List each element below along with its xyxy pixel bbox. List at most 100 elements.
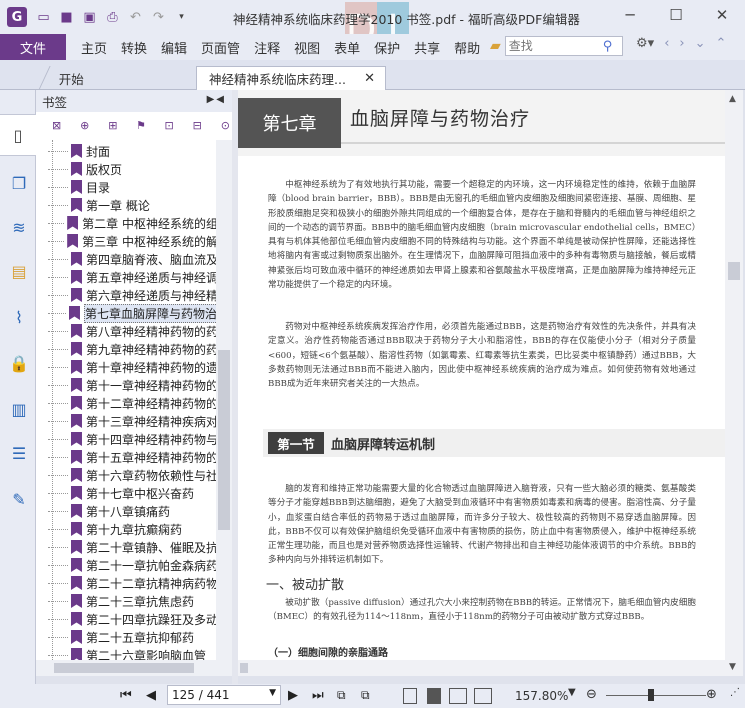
file-menu-button[interactable]: 文件 (0, 34, 66, 60)
menu-form[interactable]: 表单 (327, 38, 367, 57)
menu-convert[interactable]: 转换 (114, 38, 154, 57)
menu-share[interactable]: 共享 (407, 38, 447, 57)
bookmark-item[interactable]: 第六章神经递质与神经精 (48, 286, 216, 304)
folder-search-icon[interactable]: ▰ (490, 38, 501, 54)
bookmark-item[interactable]: 第十一章神经精神药物的 (48, 376, 216, 394)
gear-icon[interactable]: ⚙▾ (636, 36, 654, 51)
bookmark-item[interactable]: 第二十章镇静、催眠及抗 (48, 538, 216, 556)
tab-document[interactable]: 神经精神系统临床药理... ✕ (196, 66, 386, 90)
bookmark-item[interactable]: 第十八章镇痛药 (48, 502, 216, 520)
page-number-input[interactable]: 125 / 441 ▼ (167, 685, 281, 705)
bookmark-vertical-scrollbar[interactable] (216, 140, 232, 660)
page-dropdown-icon[interactable]: ▼ (269, 688, 276, 698)
content-icon[interactable]: ☰ (8, 442, 30, 464)
bookmark-item[interactable]: 第八章神经精神药物的药 (48, 322, 216, 340)
bookmark-item[interactable]: 第二十二章抗精神病药物 (48, 574, 216, 592)
layers-icon[interactable]: ≋ (8, 216, 30, 238)
scrollbar-thumb[interactable] (240, 663, 248, 673)
next-page-icon[interactable]: ▶ (288, 688, 298, 703)
bookmark-item[interactable]: 第五章神经递质与神经调 (48, 268, 216, 286)
delete-bookmark-icon[interactable]: ⊠ (50, 118, 63, 133)
scrollbar-thumb[interactable] (54, 663, 194, 673)
bookmark-item[interactable]: 第十七章中枢兴奋药 (48, 484, 216, 502)
first-page-icon[interactable]: ⏮ (120, 688, 132, 703)
scrollbar-thumb[interactable] (728, 262, 740, 280)
undo-icon[interactable]: ↶ (127, 9, 144, 26)
resize-grip-icon[interactable]: ⋰ (730, 687, 740, 698)
bookmark-item[interactable]: 第二十一章抗帕金森病药 (48, 556, 216, 574)
print-icon[interactable]: ⎙ (104, 9, 121, 26)
bookmark-item[interactable]: 版权页 (48, 160, 216, 178)
bookmark-item[interactable]: 第十九章抗癫痫药 (48, 520, 216, 538)
bookmark-item[interactable]: 第二章 中枢神经系统的组 (48, 214, 216, 232)
new-bookmark-page-icon[interactable]: ⊡ (163, 118, 176, 133)
tab-close-icon[interactable]: ✕ (364, 71, 375, 86)
previous-page-icon[interactable]: ◀ (146, 688, 156, 703)
facing-mode-icon[interactable] (449, 688, 467, 704)
bookmark-item[interactable]: 目录 (48, 178, 216, 196)
scroll-down-icon[interactable]: ▼ (729, 662, 736, 672)
tab-start[interactable]: 开始 (38, 66, 200, 90)
bookmark-horizontal-scrollbar[interactable] (36, 660, 232, 676)
bookmark-flag-icon[interactable]: ⚑ (134, 118, 147, 133)
bookmark-item[interactable]: 第十四章神经精神药物与 (48, 430, 216, 448)
minimize-icon[interactable]: ─ (607, 0, 653, 30)
attachments-icon[interactable]: ⌇ (8, 306, 30, 328)
expand-bookmarks-icon[interactable]: ⊟ (191, 118, 204, 133)
document-vertical-scrollbar[interactable]: ▲ ▼ (725, 90, 743, 676)
bookmark-item[interactable]: 第七章血脑屏障与药物治 (48, 303, 216, 323)
signature-icon[interactable]: ✎ (8, 488, 30, 510)
panel-collapse-icon[interactable]: ▶◀ (207, 94, 226, 105)
bookmark-item[interactable]: 第二十四章抗躁狂及多动 (48, 610, 216, 628)
bookmark-item[interactable]: 第十二章神经精神药物的 (48, 394, 216, 412)
menu-view[interactable]: 视图 (287, 38, 327, 57)
scrollbar-thumb[interactable] (218, 350, 230, 530)
menu-edit[interactable]: 编辑 (154, 38, 194, 57)
add-child-bookmark-icon[interactable]: ⊞ (106, 118, 119, 133)
bookmark-settings-icon[interactable]: ⊙ (219, 118, 232, 133)
bookmark-item[interactable]: 第十章神经精神药物的遗 (48, 358, 216, 376)
document-view[interactable]: 第七章 血脑屏障与药物治疗 中枢神经系统为了有效地执行其功能，需要一个超稳定的内… (238, 90, 725, 676)
add-bookmark-icon[interactable]: ⊕ (78, 118, 91, 133)
zoom-in-icon[interactable]: ⊕ (706, 687, 717, 702)
open-folder-icon[interactable]: ▭ (35, 9, 52, 26)
bookmark-item[interactable]: 第二十五章抗抑郁药 (48, 628, 216, 646)
bookmark-item[interactable]: 第九章神经精神药物的药 (48, 340, 216, 358)
menu-page-manage[interactable]: 页面管 (194, 38, 247, 57)
single-page-mode-icon[interactable] (403, 688, 417, 704)
continuous-mode-icon[interactable] (427, 688, 441, 704)
menu-comment[interactable]: 注释 (247, 38, 287, 57)
previous-view-icon[interactable]: ⧉ (337, 688, 346, 703)
close-icon[interactable]: ✕ (699, 0, 745, 30)
next-icon[interactable]: › (679, 36, 684, 51)
last-page-icon[interactable]: ⏭ (312, 688, 324, 703)
comments-icon[interactable]: ▤ (8, 260, 30, 282)
collapse-ribbon-icon[interactable]: ⌄ (695, 36, 706, 51)
bookmark-item[interactable]: 封面 (48, 142, 216, 160)
bookmark-item[interactable]: 第十三章神经精神疾病对 (48, 412, 216, 430)
zoom-slider-knob[interactable] (648, 689, 654, 701)
bookmark-item[interactable]: 第四章脑脊液、脑血流及 (48, 250, 216, 268)
save-icon[interactable]: ■ (58, 9, 75, 26)
up-icon[interactable]: ⌃ (716, 36, 727, 51)
scroll-up-icon[interactable]: ▲ (729, 94, 736, 104)
customize-dropdown-icon[interactable]: ▾ (173, 9, 190, 26)
bookmark-panel-icon[interactable]: ▯ (0, 114, 36, 156)
search-icon[interactable]: ⚲ (603, 39, 613, 54)
bookmark-item[interactable]: 第二十三章抗焦虑药 (48, 592, 216, 610)
bookmark-item[interactable]: 第一章 概论 (48, 196, 216, 214)
menu-home[interactable]: 主页 (74, 38, 114, 57)
menu-help[interactable]: 帮助 (447, 38, 487, 57)
document-horizontal-scrollbar[interactable] (238, 660, 725, 676)
save-as-icon[interactable]: ▣ (81, 9, 98, 26)
document-properties-icon[interactable]: ▥ (8, 398, 30, 420)
bookmark-item[interactable]: 第三章 中枢神经系统的解 (48, 232, 216, 250)
bookmark-item[interactable]: 第十五章神经精神药物的 (48, 448, 216, 466)
security-lock-icon[interactable]: 🔒 (8, 352, 30, 374)
continuous-facing-mode-icon[interactable] (474, 688, 492, 704)
zoom-out-icon[interactable]: ⊖ (586, 687, 597, 702)
bookmark-item[interactable]: 第十六章药物依赖性与社 (48, 466, 216, 484)
page-thumbnails-icon[interactable]: ❐ (8, 172, 30, 194)
maximize-icon[interactable]: ☐ (653, 0, 699, 30)
previous-icon[interactable]: ‹ (664, 36, 669, 51)
